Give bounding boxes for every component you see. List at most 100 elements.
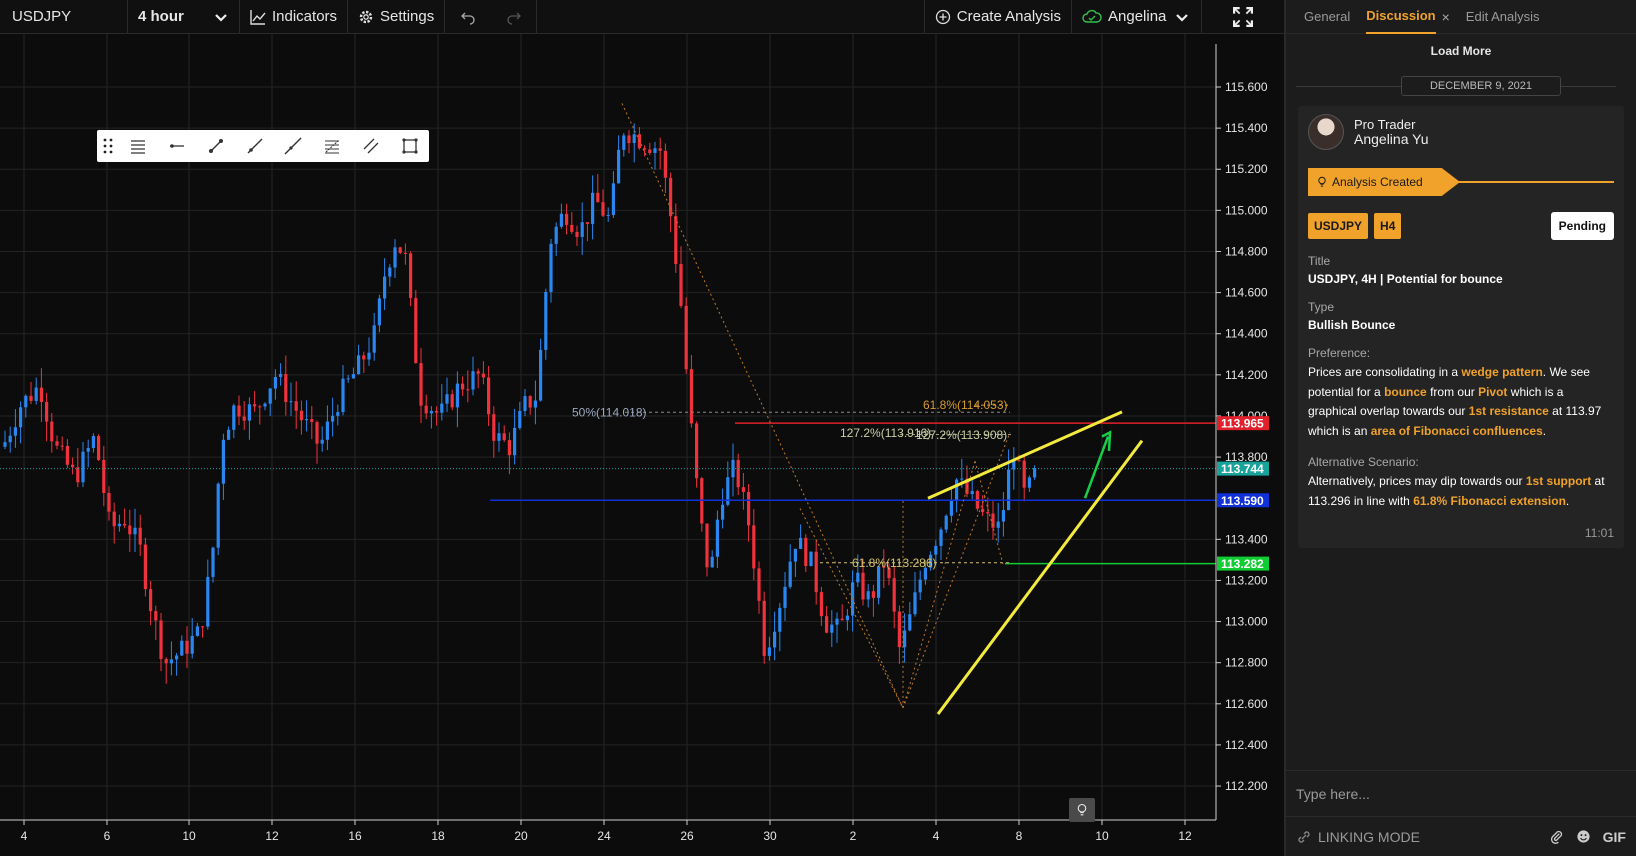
candle-body bbox=[981, 508, 985, 513]
candle-body bbox=[762, 600, 766, 656]
candle-body bbox=[39, 387, 43, 402]
candle-body bbox=[461, 383, 465, 390]
candle-body bbox=[1027, 477, 1031, 488]
tab-edit-analysis[interactable]: Edit Analysis bbox=[1466, 0, 1540, 34]
attachment-icon[interactable] bbox=[1549, 829, 1564, 844]
candle-body bbox=[949, 499, 953, 516]
gif-button[interactable]: GIF bbox=[1603, 829, 1626, 845]
gear-icon bbox=[359, 10, 373, 23]
candle-body bbox=[575, 231, 579, 237]
candle-body bbox=[955, 479, 959, 500]
preference-label: Preference: bbox=[1308, 346, 1371, 360]
candle-body bbox=[279, 374, 283, 377]
candle-body bbox=[684, 305, 688, 370]
parallel-channel-tool[interactable] bbox=[351, 130, 390, 162]
candle-body bbox=[913, 592, 917, 615]
fullscreen-icon bbox=[1233, 6, 1253, 27]
candle-body bbox=[195, 626, 199, 636]
pref-highlight-fib: area of Fibonacci confluences bbox=[1370, 423, 1543, 438]
message-input[interactable] bbox=[1296, 781, 1626, 807]
redo-button[interactable] bbox=[491, 0, 538, 34]
avatar[interactable] bbox=[1308, 114, 1344, 150]
candle-body bbox=[435, 410, 439, 413]
price-tick-label: 115.200 bbox=[1225, 162, 1268, 176]
indicators-button[interactable]: Indicators bbox=[240, 0, 349, 34]
drag-handle[interactable] bbox=[97, 130, 119, 162]
candle-body bbox=[310, 419, 314, 423]
emoji-icon[interactable] bbox=[1576, 829, 1591, 844]
candle-body bbox=[674, 216, 678, 265]
candle-body bbox=[440, 403, 444, 413]
close-tab-icon[interactable]: × bbox=[1442, 9, 1450, 25]
fullscreen-button[interactable] bbox=[1202, 0, 1284, 34]
date-tick-label: 8 bbox=[1016, 829, 1023, 843]
ray-tool[interactable] bbox=[235, 130, 274, 162]
extended-line-tool[interactable] bbox=[274, 130, 313, 162]
date-tick-label: 20 bbox=[514, 829, 528, 843]
toolbar-spacer bbox=[537, 0, 925, 34]
linking-mode-label[interactable]: LINKING MODE bbox=[1318, 829, 1420, 845]
date-tick-label: 26 bbox=[680, 829, 694, 843]
fibonacci-tool[interactable] bbox=[313, 130, 352, 162]
settings-button[interactable]: Settings bbox=[348, 0, 446, 34]
symbol-tag[interactable]: USDJPY bbox=[1308, 213, 1369, 239]
fib-leg-2 bbox=[902, 461, 976, 709]
candle-body bbox=[710, 556, 714, 568]
candle-body bbox=[866, 591, 870, 600]
candle-body bbox=[1007, 469, 1011, 511]
settings-label: Settings bbox=[380, 8, 435, 25]
candle-body bbox=[908, 614, 912, 631]
ray-icon bbox=[247, 138, 263, 154]
tab-general[interactable]: General bbox=[1304, 0, 1350, 34]
timeframe-tag[interactable]: H4 bbox=[1374, 213, 1402, 239]
candle-body bbox=[55, 441, 59, 446]
candle-body bbox=[856, 572, 860, 583]
candle-body bbox=[294, 401, 298, 411]
trend-line-tool[interactable] bbox=[196, 130, 235, 162]
pref-highlight-bounce: bounce bbox=[1384, 384, 1427, 399]
candle-body bbox=[299, 410, 303, 421]
candle-body bbox=[939, 529, 943, 546]
tab-discussion-label: Discussion bbox=[1366, 8, 1436, 23]
date-tick-label: 24 bbox=[597, 829, 611, 843]
candle-body bbox=[570, 224, 574, 232]
alt-highlight-support: 1st support bbox=[1525, 474, 1592, 488]
candle-body bbox=[325, 421, 329, 440]
interval-dropdown[interactable]: 4 hour bbox=[128, 0, 240, 34]
composer-actions: GIF bbox=[1549, 829, 1626, 845]
candle-body bbox=[778, 607, 782, 632]
rectangle-tool[interactable] bbox=[390, 130, 429, 162]
user-menu[interactable]: Angelina bbox=[1072, 0, 1202, 34]
create-analysis-button[interactable]: Create Analysis bbox=[925, 0, 1072, 34]
status-rule bbox=[1458, 181, 1614, 183]
candle-body bbox=[648, 149, 652, 153]
candle-body bbox=[492, 414, 496, 441]
candle-body bbox=[611, 183, 615, 215]
candle-body bbox=[554, 226, 558, 244]
horizontal-line-icon bbox=[170, 144, 185, 148]
chart-area[interactable]: 50%(114.018) 61.8%(114.053) 127.2%(113.916… bbox=[0, 34, 1284, 856]
date-tick-label: 4 bbox=[21, 829, 28, 843]
candle-body bbox=[601, 202, 605, 216]
candle-body bbox=[86, 447, 90, 452]
horizontal-lines-tool[interactable] bbox=[119, 130, 158, 162]
load-more-button[interactable]: Load More bbox=[1286, 44, 1636, 58]
alt-scenario-text: Alternatively, prices may dip towards ou… bbox=[1308, 472, 1614, 511]
candle-body bbox=[3, 442, 7, 447]
candle-body bbox=[19, 407, 23, 428]
plus-circle-icon bbox=[935, 9, 950, 24]
candle-body bbox=[918, 579, 922, 593]
candle-body bbox=[663, 150, 667, 178]
date-tick-label: 4 bbox=[933, 829, 940, 843]
bulb-button[interactable] bbox=[1069, 798, 1095, 822]
horizontal-ray-tool[interactable] bbox=[158, 130, 197, 162]
candle-body bbox=[175, 655, 179, 660]
tab-discussion[interactable]: Discussion bbox=[1366, 0, 1436, 34]
undo-button[interactable] bbox=[445, 0, 491, 34]
fibonacci-icon bbox=[325, 140, 340, 154]
interval-label: 4 hour bbox=[138, 8, 184, 25]
candle-body bbox=[741, 487, 745, 492]
link-icon[interactable] bbox=[1296, 829, 1312, 845]
candle-body bbox=[34, 387, 38, 401]
symbol-selector[interactable]: USDJPY bbox=[0, 0, 128, 34]
